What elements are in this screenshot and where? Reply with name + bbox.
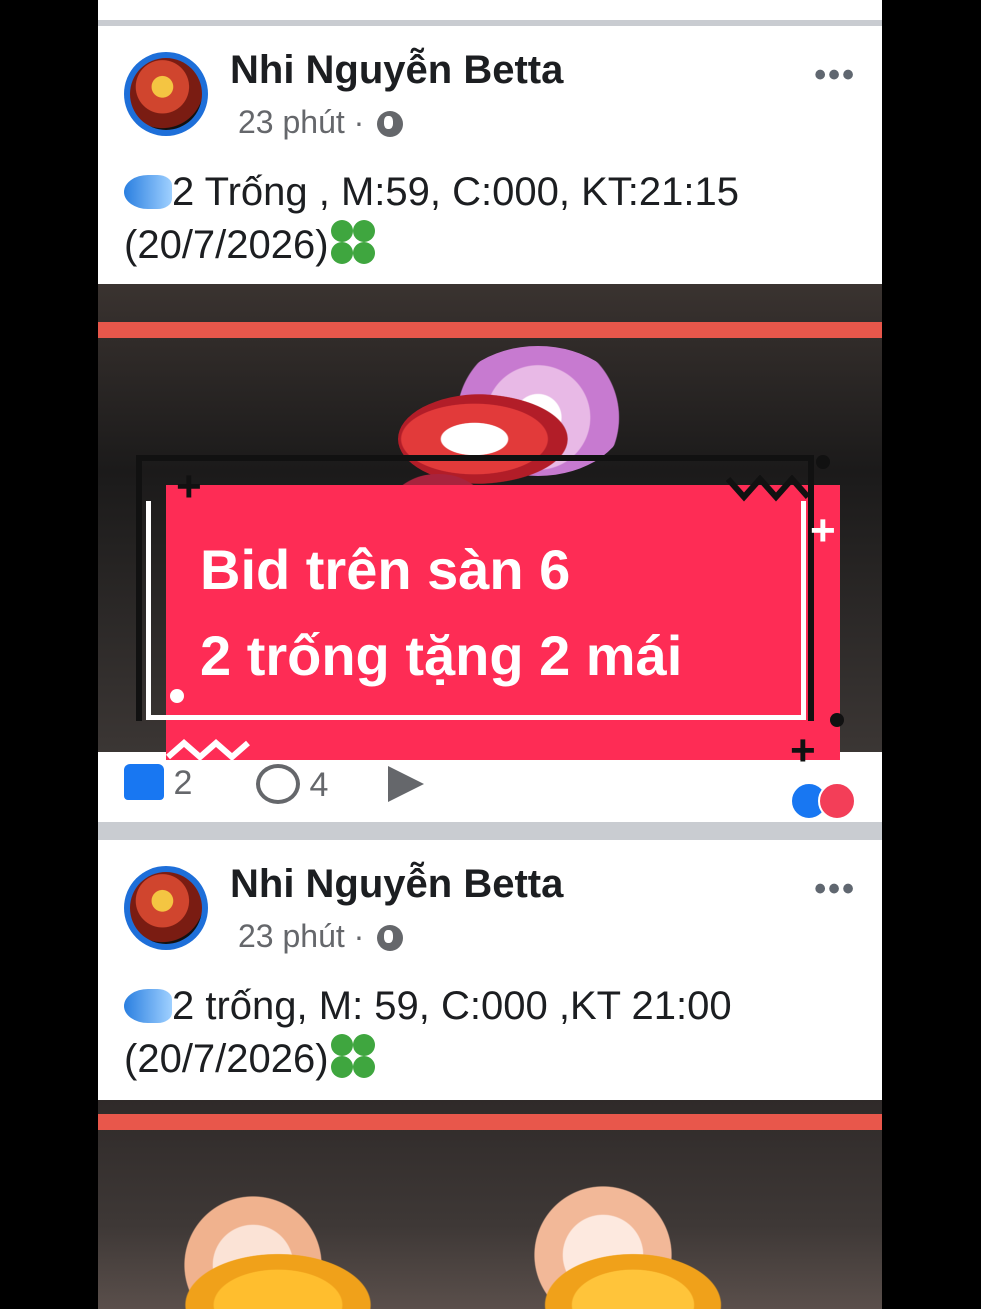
meta-separator: · <box>353 918 365 954</box>
tropical-fish-icon <box>124 175 172 209</box>
post-time[interactable]: 23 phút <box>238 104 345 140</box>
globe-icon <box>377 925 404 951</box>
zigzag-decoration <box>726 475 811 502</box>
like-count: 2 <box>173 764 193 802</box>
post-card: Nhi Nguyễn Betta 23 phút · ••• 2 trống, … <box>98 840 882 1309</box>
post-text: 2 Trống , M:59, C:000, KT:21:15 (20/7/20… <box>124 166 844 271</box>
tank-rim <box>98 322 882 338</box>
comment-bubble-icon <box>256 764 300 804</box>
plus-decoration: + <box>176 462 202 511</box>
post-text-line1: 2 Trống , M:59, C:000, KT:21:15 <box>172 170 739 214</box>
post-text-line2: (20/7/2026) <box>124 1037 329 1081</box>
dot-decoration <box>830 713 844 727</box>
share-arrow-icon <box>388 766 424 802</box>
plus-decoration: + <box>810 506 836 555</box>
comment-button[interactable]: 4 <box>256 764 328 805</box>
post-author[interactable]: Nhi Nguyễn Betta <box>230 862 563 907</box>
caption-overlay: Bid trên sàn 6 2 trống tặng 2 mái + + + <box>136 455 844 773</box>
avatar[interactable] <box>124 866 208 950</box>
more-options-button[interactable]: ••• <box>814 56 856 95</box>
meta-separator: · <box>353 104 365 140</box>
dot-decoration <box>816 455 830 469</box>
post-time[interactable]: 23 phút <box>238 918 345 954</box>
post-photo[interactable] <box>98 1100 882 1309</box>
previous-post-edge <box>98 0 882 20</box>
four-leaf-clover-icon <box>329 1032 377 1080</box>
post-text-line1: 2 trống, M: 59, C:000 ,KT 21:00 <box>172 984 732 1028</box>
reactions-summary[interactable] <box>790 782 856 820</box>
globe-icon <box>377 111 404 137</box>
four-leaf-clover-icon <box>329 218 377 266</box>
thumbs-up-icon <box>124 764 164 800</box>
plus-decoration: + <box>790 726 816 775</box>
post-text: 2 trống, M: 59, C:000 ,KT 21:00 (20/7/20… <box>124 980 844 1085</box>
more-options-button[interactable]: ••• <box>814 870 856 909</box>
caption-line-2: 2 trống tặng 2 mái <box>200 624 683 687</box>
caption-line-1: Bid trên sàn 6 <box>200 538 571 601</box>
love-reaction-icon <box>818 782 856 820</box>
dot-decoration <box>170 689 184 703</box>
like-button[interactable]: 2 <box>124 764 192 803</box>
zigzag-decoration <box>166 739 250 761</box>
tank-rim <box>98 1114 882 1130</box>
comment-count: 4 <box>309 766 329 804</box>
post-meta: 23 phút · <box>238 104 404 141</box>
post-meta: 23 phút · <box>238 918 404 955</box>
share-button[interactable] <box>388 764 424 803</box>
post-text-line2: (20/7/2026) <box>124 223 329 267</box>
tropical-fish-icon <box>124 989 172 1023</box>
avatar[interactable] <box>124 52 208 136</box>
post-author[interactable]: Nhi Nguyễn Betta <box>230 48 563 93</box>
